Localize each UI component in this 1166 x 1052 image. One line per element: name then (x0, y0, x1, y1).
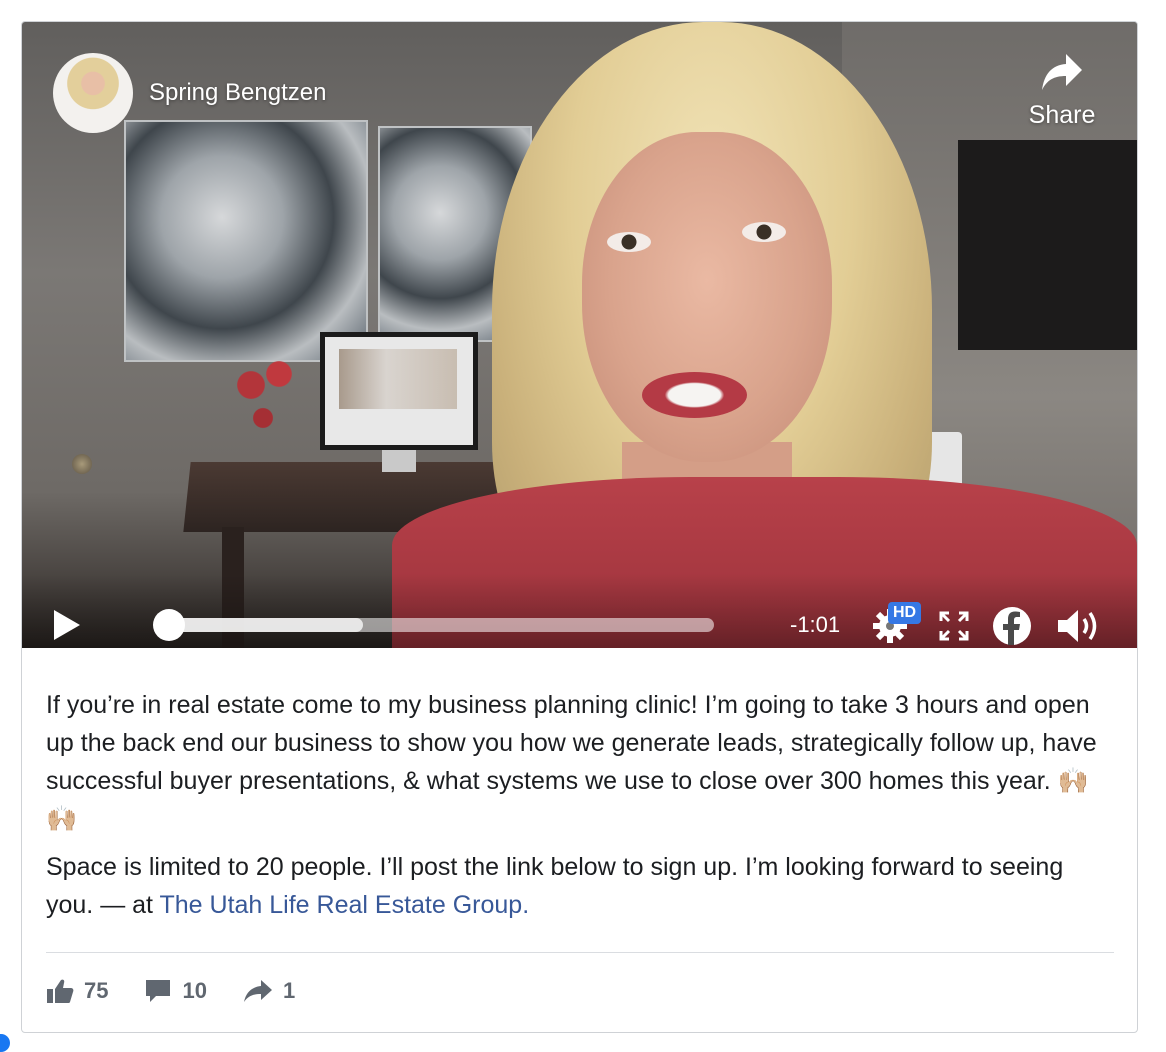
progress-buffered (157, 618, 364, 632)
divider (46, 952, 1114, 953)
facebook-icon[interactable] (992, 606, 1032, 646)
share-icon (243, 980, 272, 1002)
channel-info[interactable]: Spring Bengtzen (53, 53, 326, 133)
video-player[interactable]: Spring Bengtzen Share -1:01 HD (22, 22, 1137, 648)
engagement-stats: 75 10 1 (46, 978, 331, 1004)
scene-eye (607, 232, 651, 252)
share-count-value: 1 (282, 978, 296, 1003)
location-link[interactable]: The Utah Life Real Estate Group (160, 891, 523, 919)
scene-painting (126, 122, 366, 360)
scene-doorknob (72, 454, 92, 474)
post-paragraph: If you’re in real estate come to my busi… (46, 691, 1097, 833)
scene-monitor (320, 332, 478, 450)
share-label: Share (1028, 101, 1096, 129)
scene-tv (958, 140, 1137, 350)
scene-flowers (227, 352, 307, 462)
fullscreen-icon[interactable] (938, 610, 970, 642)
comment-count-value: 10 (182, 978, 207, 1003)
share-count[interactable]: 1 (243, 978, 295, 1004)
post-paragraph: Space is limited to 20 people. I’ll post… (46, 848, 1116, 924)
video-controls: -1:01 HD (22, 574, 1137, 648)
scene-eye (742, 222, 786, 242)
volume-icon[interactable] (1056, 607, 1102, 645)
video-post-card: Spring Bengtzen Share -1:01 HD If you’re… (21, 21, 1138, 1033)
time-remaining: -1:01 (790, 612, 841, 637)
share-button[interactable]: Share (1012, 52, 1112, 130)
scene-monitor-stand (382, 450, 416, 472)
progress-knob[interactable] (153, 609, 185, 641)
post-text: If you’re in real estate come to my busi… (46, 686, 1116, 934)
post-paragraph-end: . (522, 891, 530, 919)
scene-mouth (642, 372, 747, 418)
like-icon (47, 979, 74, 1003)
like-count[interactable]: 75 (46, 978, 108, 1004)
progress-bar[interactable] (153, 609, 714, 641)
hd-badge: HD (888, 602, 922, 624)
share-arrow-icon (1042, 54, 1082, 90)
comment-count[interactable]: 10 (144, 978, 207, 1004)
like-count-value: 75 (84, 978, 109, 1003)
avatar[interactable] (53, 53, 133, 133)
play-icon[interactable] (54, 610, 80, 640)
corner-indicator (0, 1034, 10, 1052)
comment-icon (146, 980, 171, 1002)
channel-name[interactable]: Spring Bengtzen (149, 79, 326, 107)
